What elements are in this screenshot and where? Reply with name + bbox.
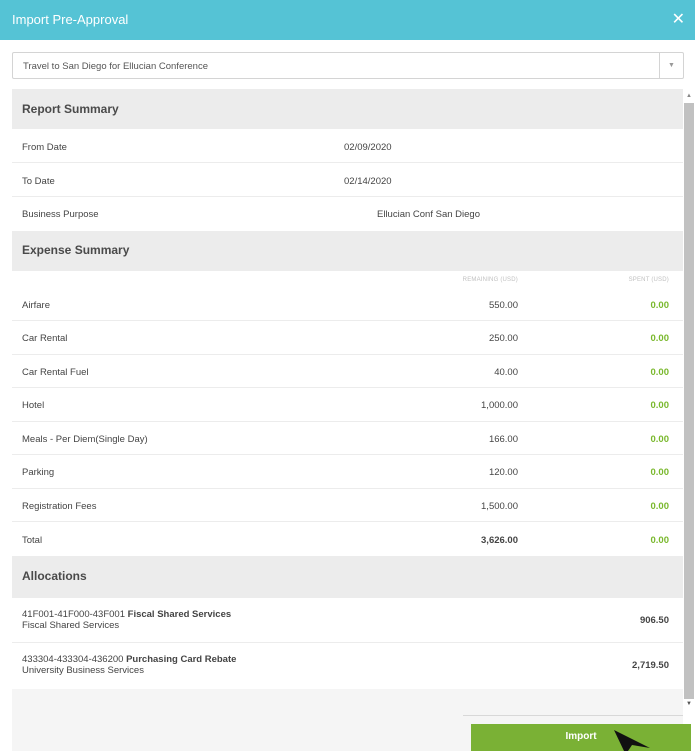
- allocation-row: 41F001-41F000-43F001 Fiscal Shared Servi…: [12, 598, 683, 643]
- expense-remaining: 1,500.00: [481, 501, 518, 512]
- report-summary-heading: Report Summary: [12, 89, 683, 129]
- expense-label: Registration Fees: [22, 501, 97, 512]
- chevron-down-icon: ▼: [668, 62, 675, 69]
- report-row-to-date: To Date 02/14/2020: [12, 163, 683, 197]
- expense-label: Airfare: [22, 300, 50, 311]
- expense-summary-heading: Expense Summary: [12, 231, 683, 271]
- column-header-spent: SPENT (USD): [628, 277, 669, 283]
- mouse-pointer-icon: [614, 730, 650, 751]
- row-label: Business Purpose: [22, 209, 99, 220]
- expense-row-registration-fees: Registration Fees 1,500.00 0.00: [12, 489, 683, 522]
- allocation-code: 433304-433304-436200: [22, 654, 124, 665]
- total-label: Total: [22, 535, 43, 546]
- dialog-title: Import Pre-Approval: [12, 12, 129, 27]
- allocation-name: Fiscal Shared Services: [127, 609, 232, 620]
- row-value: 02/14/2020: [344, 176, 392, 187]
- report-row-from-date: From Date 02/09/2020: [12, 129, 683, 163]
- expense-label: Meals - Per Diem(Single Day): [22, 434, 148, 445]
- allocation-name: Purchasing Card Rebate: [126, 654, 237, 665]
- expense-row-hotel: Hotel 1,000.00 0.00: [12, 388, 683, 422]
- pre-approval-select[interactable]: Travel to San Diego for Ellucian Confere…: [12, 52, 684, 79]
- expense-row-total: Total 3,626.00 0.00: [12, 522, 683, 556]
- scrollbar-thumb[interactable]: [684, 103, 694, 699]
- expense-spent: 0.00: [650, 467, 670, 478]
- expense-row-meals: Meals - Per Diem(Single Day) 166.00 0.00: [12, 422, 683, 455]
- import-button[interactable]: Import: [471, 724, 691, 751]
- total-remaining: 3,626.00: [481, 535, 518, 546]
- allocation-title: 433304-433304-436200 Purchasing Card Reb…: [22, 654, 236, 665]
- expense-remaining: 550.00: [488, 300, 518, 311]
- expense-remaining: 1,000.00: [481, 400, 518, 411]
- expense-spent: 0.00: [650, 367, 670, 378]
- allocation-row: 433304-433304-436200 Purchasing Card Reb…: [12, 643, 683, 688]
- allocation-amount: 906.50: [639, 615, 669, 626]
- allocation-subtitle: University Business Services: [22, 665, 144, 676]
- expense-remaining: 166.00: [488, 434, 518, 445]
- column-header-remaining: REMAINING (USD): [462, 277, 518, 283]
- row-label: To Date: [22, 176, 55, 187]
- expense-label: Hotel: [22, 400, 45, 411]
- close-icon[interactable]: ✕: [672, 9, 685, 29]
- expense-row-car-rental-fuel: Car Rental Fuel 40.00 0.00: [12, 355, 683, 388]
- footer-divider: [463, 715, 683, 716]
- expense-column-headers: REMAINING (USD) SPENT (USD): [12, 271, 683, 288]
- expense-label: Car Rental Fuel: [22, 367, 89, 378]
- allocation-subtitle: Fiscal Shared Services: [22, 620, 120, 631]
- allocation-code: 41F001-41F000-43F001: [22, 609, 125, 620]
- expense-spent: 0.00: [650, 300, 670, 311]
- expense-spent: 0.00: [650, 501, 670, 512]
- expense-remaining: 120.00: [488, 467, 518, 478]
- pre-approval-select-value: Travel to San Diego for Ellucian Confere…: [23, 61, 208, 72]
- scroll-up-icon[interactable]: ▲: [686, 93, 692, 99]
- row-label: From Date: [22, 142, 67, 153]
- allocation-title: 41F001-41F000-43F001 Fiscal Shared Servi…: [22, 609, 231, 620]
- expense-spent: 0.00: [650, 434, 670, 445]
- expense-row-car-rental: Car Rental 250.00 0.00: [12, 321, 683, 355]
- expense-remaining: 40.00: [494, 367, 518, 378]
- dialog-content: Report Summary From Date 02/09/2020 To D…: [12, 89, 683, 689]
- expense-spent: 0.00: [650, 400, 670, 411]
- allocation-amount: 2,719.50: [632, 660, 669, 671]
- expense-label: Parking: [22, 467, 55, 478]
- allocations-heading: Allocations: [12, 556, 683, 598]
- row-value: Ellucian Conf San Diego: [377, 209, 480, 220]
- expense-remaining: 250.00: [488, 333, 518, 344]
- dialog-titlebar: Import Pre-Approval ✕: [0, 0, 695, 40]
- row-value: 02/09/2020: [344, 142, 392, 153]
- expense-label: Car Rental: [22, 333, 68, 344]
- scroll-down-icon[interactable]: ▼: [686, 701, 692, 707]
- expense-row-parking: Parking 120.00 0.00: [12, 455, 683, 489]
- vertical-scrollbar[interactable]: ▲ ▼: [683, 89, 695, 717]
- report-row-business-purpose: Business Purpose Ellucian Conf San Diego: [12, 197, 683, 231]
- select-arrow-button[interactable]: ▼: [659, 53, 683, 78]
- expense-spent: 0.00: [650, 333, 670, 344]
- expense-row-airfare: Airfare 550.00 0.00: [12, 288, 683, 321]
- total-spent: 0.00: [650, 535, 670, 546]
